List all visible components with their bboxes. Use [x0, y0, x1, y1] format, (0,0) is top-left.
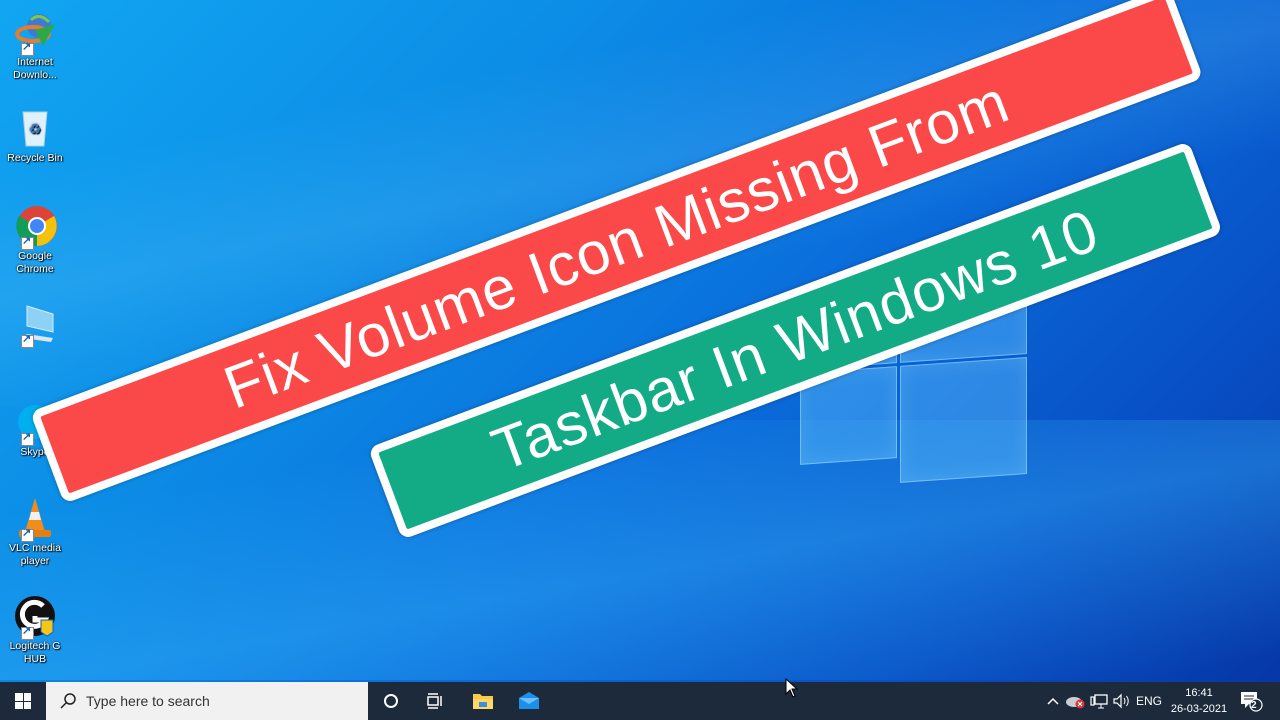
wallpaper-light-floor	[0, 420, 1280, 680]
desktop-icon-internet-download-manager[interactable]: Internet Downlo...	[2, 10, 68, 82]
search-icon	[58, 691, 78, 711]
desktop: Internet Downlo... ♻ Recycle Bin Google …	[0, 0, 1280, 682]
desktop-icon-label: VLC media player	[9, 542, 61, 567]
vlc-icon	[13, 496, 57, 542]
task-view-button[interactable]	[412, 682, 458, 720]
recycle-bin-icon: ♻	[13, 106, 57, 150]
computer-icon	[13, 302, 57, 348]
shortcut-arrow-icon	[21, 333, 34, 348]
task-view-icon	[427, 693, 442, 709]
clock-date: 26-03-2021	[1170, 703, 1228, 715]
windows-start-icon	[15, 693, 31, 709]
desktop-icon-recycle-bin[interactable]: ♻ Recycle Bin	[2, 106, 68, 165]
circle-icon	[384, 694, 398, 708]
chevron-up-icon	[1047, 697, 1059, 705]
folder-icon	[473, 694, 493, 709]
clock-button[interactable]: 16:41 26-03-2021	[1168, 685, 1230, 717]
svg-text:♻: ♻	[29, 121, 42, 137]
mouse-cursor-icon	[785, 678, 799, 698]
desktop-icon-label: Google Chrome	[16, 250, 54, 275]
notification-count-badge: 2	[1251, 700, 1257, 711]
desktop-icon-logitech-g-hub[interactable]: Logitech G HUB	[2, 594, 68, 666]
desktop-icon-vlc[interactable]: VLC media player	[2, 496, 68, 568]
logitech-g-hub-icon	[13, 594, 57, 640]
language-indicator: ENG	[1135, 694, 1162, 708]
chrome-icon	[13, 204, 57, 250]
shortcut-arrow-icon	[21, 625, 34, 640]
onedrive-tray-button[interactable]	[1064, 682, 1088, 720]
desktop-icon-google-chrome[interactable]: Google Chrome	[2, 204, 68, 276]
desktop-icon-label: Logitech G HUB	[9, 640, 61, 665]
shortcut-arrow-icon	[21, 431, 34, 446]
search-input[interactable]	[84, 692, 358, 710]
shortcut-arrow-icon	[21, 235, 34, 250]
start-button[interactable]	[0, 682, 46, 720]
desktop-icon-label: Recycle Bin	[7, 152, 63, 164]
taskbar: ENG 16:41 26-03-2021 2	[0, 682, 1280, 720]
show-hidden-icons-button[interactable]	[1044, 682, 1062, 720]
onedrive-error-icon	[1066, 697, 1085, 709]
desktop-icon-label: Internet Downlo...	[13, 56, 57, 81]
mail-icon	[519, 692, 539, 709]
network-icon	[1090, 694, 1108, 709]
shortcut-arrow-icon	[21, 527, 34, 542]
mail-button[interactable]	[506, 682, 552, 720]
shortcut-arrow-icon	[21, 41, 34, 56]
input-language-button[interactable]: ENG	[1134, 682, 1164, 720]
file-explorer-button[interactable]	[460, 682, 506, 720]
action-center-button[interactable]: 2	[1236, 682, 1266, 720]
volume-tray-button[interactable]	[1110, 682, 1134, 720]
cortana-button[interactable]	[368, 682, 414, 720]
taskbar-search-box[interactable]	[46, 682, 368, 720]
clock-time: 16:41	[1185, 687, 1213, 699]
desktop-icon-this-pc[interactable]	[2, 302, 68, 348]
speaker-icon	[1113, 693, 1129, 709]
network-tray-button[interactable]	[1088, 682, 1110, 720]
internet-download-manager-icon	[13, 10, 57, 56]
logo-pane	[900, 356, 1027, 483]
